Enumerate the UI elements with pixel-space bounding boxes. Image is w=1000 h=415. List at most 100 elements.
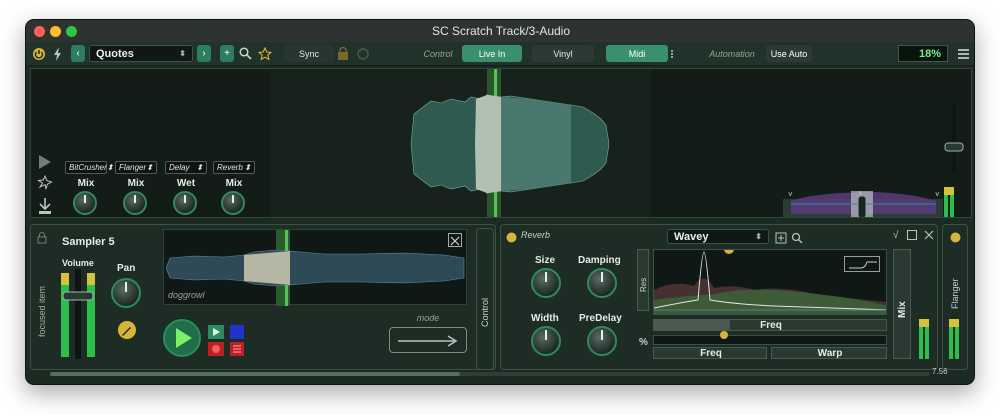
control-tab-label: Control [480,297,490,327]
flanger-power-icon[interactable] [950,230,961,248]
cpu-meter: 18% [898,45,948,62]
reverb-level-meter [919,319,929,359]
sync-button[interactable]: Sync [284,45,334,62]
freq-slider[interactable]: Freq [653,319,887,331]
mini-curve-display[interactable] [653,331,887,345]
fx-slot-2-param-label: Mix [127,178,145,189]
lightning-icon[interactable] [52,45,64,62]
overview-crossfader-thumb[interactable] [857,195,867,218]
loop-button[interactable] [230,325,244,339]
sample-waveform[interactable]: doggrowl [163,229,467,306]
size-knob[interactable] [531,268,561,298]
close-sample-icon[interactable] [448,233,462,247]
use-auto-button[interactable]: Use Auto [766,45,812,62]
scrollbar-thumb[interactable] [50,372,460,376]
horizontal-scrollbar[interactable] [50,372,930,376]
add-preset-button[interactable]: + [220,45,234,62]
play-button[interactable] [163,319,201,357]
fx-slot-1-select[interactable]: BitCrusher ⬍ [65,161,114,174]
width-knob[interactable] [531,326,561,356]
toolbar: ‹ Quotes ⬍ › + Sync Control Live In Viny… [26,42,974,66]
volume-fader-thumb[interactable] [62,291,94,301]
edit-pencil-icon[interactable] [117,320,137,345]
overdub-button[interactable] [230,342,244,356]
damping-knob[interactable] [587,268,617,298]
marker-right-icon[interactable]: ˅ [935,190,940,199]
small-play-button[interactable] [208,325,224,339]
spectrum-display[interactable] [653,249,887,315]
fx-slot-3-knob[interactable] [173,191,197,215]
reverb-power-icon[interactable] [506,230,517,248]
live-in-tab[interactable]: Live In [462,45,522,62]
play-icon[interactable] [37,154,53,175]
vinyl-tab[interactable]: Vinyl [532,45,594,62]
fx-slot-1-knob[interactable] [73,191,97,215]
mode-button[interactable] [389,327,467,353]
lock-icon[interactable] [336,45,350,62]
control-tab[interactable]: Control [476,228,494,370]
preset-select[interactable]: Quotes ⬍ [89,45,193,62]
search-icon[interactable] [791,231,803,249]
reverb-preset-select[interactable]: Wavey ⬍ [667,229,769,244]
predelay-knob[interactable] [587,326,617,356]
close-window-button[interactable] [34,26,45,37]
fx-slot-2-select[interactable]: Flanger ⬍ [115,161,157,174]
minimize-window-button[interactable] [50,26,61,37]
power-icon[interactable] [31,45,47,62]
res-label: Res [639,277,648,292]
scratch-overview[interactable]: ˅ ˅ ˅ BitCrusher ⬍ Flanger ⬍ Delay ⬍ Reverb… [30,68,972,218]
reverb-panel: Reverb Wavey ⬍ √ Size Damping Width PreDe… [500,224,938,370]
record-button[interactable] [208,342,224,356]
marker-left-icon[interactable]: ˅ [788,190,793,199]
window-title: SC Scratch Track/3-Audio [431,24,571,38]
sample-name: doggrowl [168,290,205,300]
freq2-label: Freq [700,348,722,359]
expand-icon[interactable] [907,230,917,240]
flanger-tab[interactable]: Flanger [942,224,968,370]
sparkle-icon[interactable] [37,174,53,196]
record-ring-icon[interactable] [356,45,370,62]
midi-tab[interactable]: Midi [606,45,668,62]
mix-slider[interactable]: Mix [893,249,911,359]
fx-slot-3-select[interactable]: Delay ⬍ [165,161,207,174]
fx-slot-4-param-label: Mix [225,178,243,189]
fx-slot-3-param-label: Wet [176,178,196,189]
next-preset-button[interactable]: › [197,45,211,62]
volume-label: Volume [62,258,94,268]
sampler-panel: focused item Sampler 5 Volume Pan doggro… [30,224,496,370]
app-window: SC Scratch Track/3-Audio ‹ Quotes ⬍ › + … [25,19,975,385]
fx-slot-2-knob[interactable] [123,191,147,215]
mini-curve-handle[interactable] [720,331,728,339]
updown-icon: ⬍ [179,49,186,58]
play-icon [176,328,192,348]
pan-knob[interactable] [111,278,141,308]
fx-slot-4-select[interactable]: Reverb ⬍ [213,161,255,174]
title-bar: SC Scratch Track/3-Audio [26,20,974,42]
warp-slider[interactable]: Warp [771,347,887,359]
pan-label: Pan [117,263,136,274]
flanger-tab-label: Flanger [950,278,960,309]
fx-slot-4-knob[interactable] [221,191,245,215]
flanger-level-meter [949,319,959,359]
star-icon[interactable] [257,45,273,62]
search-icon[interactable] [237,45,253,62]
lock-icon[interactable] [37,231,47,249]
prev-preset-button[interactable]: ‹ [71,45,85,62]
menu-icon[interactable] [956,45,970,62]
download-icon[interactable] [37,197,53,217]
percent-label: % [639,337,648,348]
freq-label: Freq [760,320,782,331]
fx-slot-2-name: Flanger [119,163,147,172]
filter-shape-button[interactable] [844,256,880,272]
res-slider[interactable]: Res [637,249,649,311]
pitch-fader-thumb[interactable] [944,142,964,152]
fx-slot-3-name: Delay [169,163,190,172]
mode-label: mode [416,313,440,323]
freq2-slider[interactable]: Freq [653,347,767,359]
volume-fader[interactable] [57,269,101,359]
add-preset-icon[interactable] [775,231,787,249]
zoom-window-button[interactable] [66,26,77,37]
wave-icon[interactable]: √ [893,230,899,241]
pitch-fader-track[interactable] [952,103,956,173]
close-icon[interactable] [923,228,935,246]
